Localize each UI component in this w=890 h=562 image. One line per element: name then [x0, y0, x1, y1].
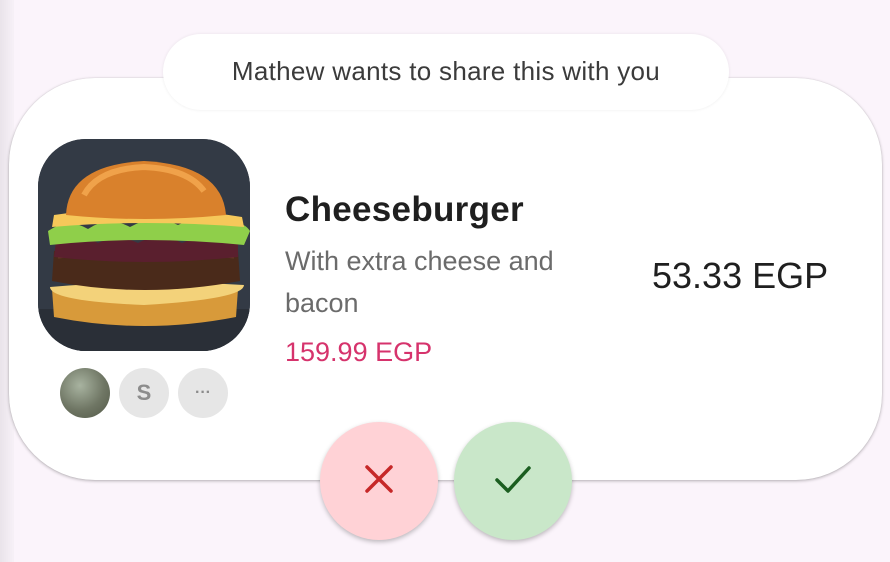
- more-icon: ···: [195, 384, 211, 401]
- check-icon: [493, 462, 533, 501]
- product-image: [38, 139, 250, 351]
- more-participants-button[interactable]: ···: [178, 368, 228, 418]
- product-description: With extra cheese and bacon: [285, 246, 554, 318]
- participant-avatar-initial[interactable]: S: [119, 368, 169, 418]
- product-original-price: 159.99 EGP: [285, 337, 433, 367]
- share-message: Mathew wants to share this with you: [231, 55, 661, 86]
- product-name: Cheeseburger: [285, 190, 524, 229]
- decline-button[interactable]: [320, 422, 438, 540]
- product-shared-price: 53.33 EGP: [652, 255, 829, 296]
- share-banner: Mathew wants to share this with you: [163, 34, 729, 110]
- participant-initial: S: [136, 380, 152, 405]
- accept-button[interactable]: [454, 422, 572, 540]
- close-icon: [362, 462, 396, 501]
- participants-row: S ···: [60, 368, 228, 418]
- participant-avatar-photo[interactable]: [60, 368, 110, 418]
